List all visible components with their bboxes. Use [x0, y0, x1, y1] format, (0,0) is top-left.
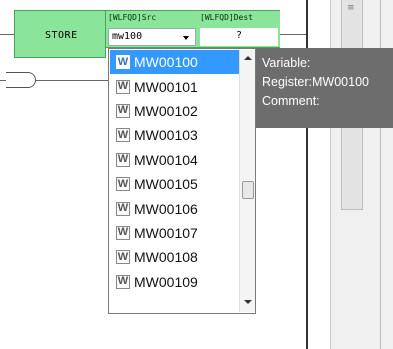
register-list-item[interactable]: W MW00100: [110, 50, 239, 75]
tooltip-variable: Variable:: [262, 56, 311, 70]
store-label: STORE: [45, 30, 78, 41]
register-list-item-label: MW00106: [134, 200, 198, 217]
register-list-item[interactable]: W MW00103: [110, 123, 239, 147]
register-list-item[interactable]: W MW00101: [110, 74, 239, 98]
register-list-item[interactable]: W MW00102: [110, 99, 239, 123]
word-register-icon: W: [116, 79, 130, 94]
grip-icon[interactable]: ≡: [347, 4, 356, 13]
word-register-icon: W: [116, 177, 130, 192]
src-combo-value: mw100: [112, 31, 143, 42]
register-list-item-label: MW00104: [134, 151, 198, 168]
src-combo-input[interactable]: mw100: [108, 28, 196, 46]
register-list-item[interactable]: W MW00105: [110, 172, 239, 196]
word-register-icon: W: [116, 128, 130, 143]
word-register-icon: W: [116, 152, 130, 167]
word-register-icon: W: [116, 225, 130, 240]
rung-line-second-right: [36, 80, 108, 81]
register-list-item[interactable]: W MW00104: [110, 148, 239, 172]
register-list-item-label: MW00101: [134, 78, 198, 95]
tooltip-register: Register:MW00100: [262, 75, 369, 89]
dest-field[interactable]: ?: [200, 28, 278, 46]
scroll-thumb[interactable]: [242, 181, 254, 199]
word-register-icon: W: [116, 201, 130, 216]
word-register-icon: W: [116, 103, 130, 118]
word-register-icon: W: [116, 274, 130, 289]
register-list-item-label: MW00102: [134, 102, 198, 119]
register-list-item-label: MW00107: [134, 224, 198, 241]
register-list-item[interactable]: W MW00109: [110, 270, 239, 294]
rung-line-top: [0, 34, 14, 35]
register-dropdown-list[interactable]: W MW00100 W MW00101 W MW00102 W MW00103 W MW00104…: [108, 48, 256, 314]
src-param-header: [WLFQD]Src: [108, 13, 157, 22]
rung-line-top-right: [280, 34, 306, 35]
dest-param-header: [WLFQD]Dest: [200, 13, 253, 22]
register-list-item[interactable]: W MW00108: [110, 245, 239, 269]
dropdown-scrollbar[interactable]: [239, 50, 255, 312]
store-instruction-block[interactable]: STORE: [14, 10, 115, 58]
register-list-item[interactable]: W MW00107: [110, 221, 239, 245]
instruction-parameters: [WLFQD]Src [WLFQD]Dest mw100 ?: [106, 10, 280, 48]
chevron-down-icon[interactable]: [183, 36, 189, 40]
register-list-item-label: MW00108: [134, 249, 198, 266]
register-list-item-label: MW00100: [134, 54, 198, 71]
word-register-icon: W: [116, 55, 130, 70]
tooltip-comment: Comment:: [262, 94, 320, 108]
register-list-item-label: MW00109: [134, 273, 198, 290]
register-list-item[interactable]: W MW00106: [110, 196, 239, 220]
contact-element[interactable]: [6, 72, 36, 88]
register-list-item-label: MW00105: [134, 176, 198, 193]
word-register-icon: W: [116, 250, 130, 265]
scroll-down-icon[interactable]: [244, 300, 252, 304]
register-list: W MW00100 W MW00101 W MW00102 W MW00103 W MW00104…: [110, 50, 239, 294]
register-tooltip: Variable: Register:MW00100 Comment:: [256, 48, 393, 128]
register-list-item-label: MW00103: [134, 127, 198, 144]
scroll-up-icon[interactable]: [244, 56, 252, 60]
